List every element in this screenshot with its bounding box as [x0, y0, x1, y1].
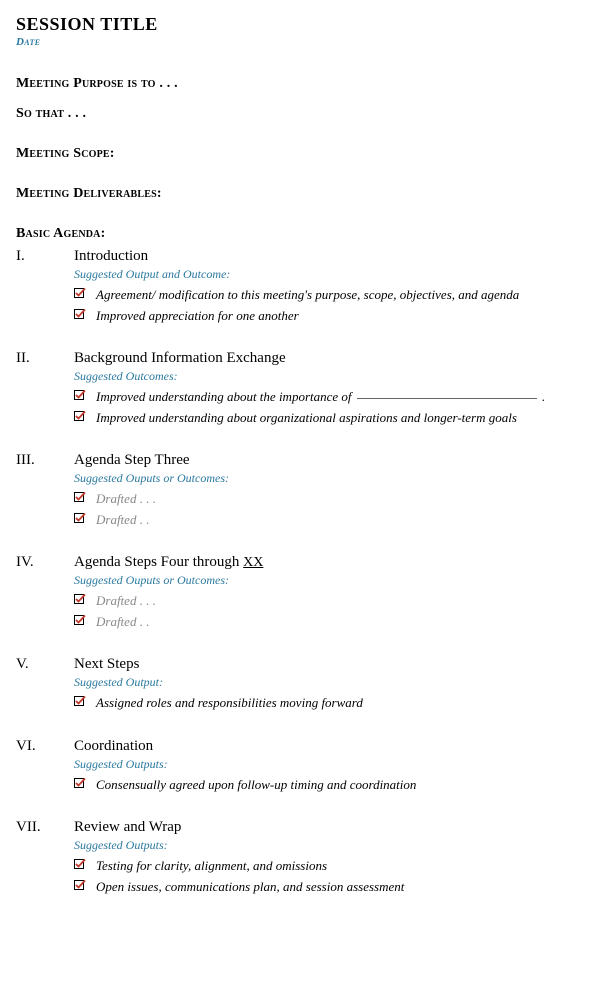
- suggested-label: Suggested Ouputs or Outcomes:: [74, 573, 575, 588]
- agenda-item: III.Agenda Step Three Suggested Ouputs or…: [16, 452, 575, 528]
- bullet-text: Drafted . .: [96, 511, 575, 529]
- agenda-list: I.Introduction Suggested Output and Outco…: [16, 248, 575, 896]
- agenda-numeral: II.: [16, 350, 74, 367]
- bullet-text: Drafted . .: [96, 613, 575, 631]
- heading-purpose: Meeting Purpose is to . . .: [16, 76, 575, 92]
- agenda-item-title: Introduction: [74, 248, 575, 265]
- agenda-item: IV.Agenda Steps Four through XX Suggested…: [16, 554, 575, 630]
- checkbox-icon: [74, 490, 96, 503]
- bullet-text: Consensually agreed upon follow-up timin…: [96, 776, 575, 794]
- fill-line: [357, 398, 537, 399]
- agenda-numeral: III.: [16, 452, 74, 469]
- bullet-line: Drafted . . .: [74, 592, 575, 610]
- agenda-title-placeholder: XX: [243, 555, 263, 570]
- agenda-numeral: VII.: [16, 819, 74, 836]
- suggested-label: Suggested Output and Outcome:: [74, 267, 575, 282]
- bullet-line: Open issues, communications plan, and se…: [74, 878, 575, 896]
- bullet-text: Drafted . . .: [96, 592, 575, 610]
- agenda-item: VII.Review and Wrap Suggested Outputs: Tes…: [16, 819, 575, 895]
- suggested-label: Suggested Output:: [74, 675, 575, 690]
- checkbox-icon: [74, 511, 96, 524]
- bullet-line: Improved understanding about the importa…: [74, 388, 575, 406]
- bullet-text: Improved appreciation for one another: [96, 307, 575, 325]
- session-date: Date: [16, 36, 575, 48]
- agenda-item: II.Background Information Exchange Sugges…: [16, 350, 575, 426]
- agenda-item-title: Review and Wrap: [74, 819, 575, 836]
- bullet-line: Drafted . .: [74, 613, 575, 631]
- checkbox-icon: [74, 857, 96, 870]
- bullet-line: Improved appreciation for one another: [74, 307, 575, 325]
- bullet-text: Agreement/ modification to this meeting'…: [96, 286, 575, 304]
- checkbox-icon: [74, 694, 96, 707]
- suggested-label: Suggested Outputs:: [74, 757, 575, 772]
- checkbox-icon: [74, 409, 96, 422]
- suggested-label: Suggested Ouputs or Outcomes:: [74, 471, 575, 486]
- bullet-line: Improved understanding about organizatio…: [74, 409, 575, 427]
- bullet-text: Assigned roles and responsibilities movi…: [96, 694, 575, 712]
- bullet-text: Improved understanding about organizatio…: [96, 409, 575, 427]
- checkbox-icon: [74, 776, 96, 789]
- agenda-numeral: I.: [16, 248, 74, 265]
- agenda-numeral: IV.: [16, 554, 74, 571]
- heading-deliverables: Meeting Deliverables:: [16, 186, 575, 202]
- heading-sothat: So that . . .: [16, 106, 575, 122]
- heading-agenda: Basic Agenda:: [16, 226, 575, 242]
- bullet-text: Improved understanding about the importa…: [96, 388, 575, 406]
- bullet-text: Testing for clarity, alignment, and omis…: [96, 857, 575, 875]
- bullet-line: Drafted . .: [74, 511, 575, 529]
- bullet-line: Drafted . . .: [74, 490, 575, 508]
- agenda-item: VI.Coordination Suggested Outputs: Consens…: [16, 738, 575, 794]
- bullet-line: Testing for clarity, alignment, and omis…: [74, 857, 575, 875]
- session-title: SESSION TITLE: [16, 14, 575, 35]
- agenda-numeral: V.: [16, 656, 74, 673]
- agenda-item: I.Introduction Suggested Output and Outco…: [16, 248, 575, 324]
- checkbox-icon: [74, 286, 96, 299]
- checkbox-icon: [74, 592, 96, 605]
- agenda-numeral: VI.: [16, 738, 74, 755]
- agenda-item-title: Background Information Exchange: [74, 350, 575, 367]
- checkbox-icon: [74, 878, 96, 891]
- agenda-item-title: Next Steps: [74, 656, 575, 673]
- bullet-text: Drafted . . .: [96, 490, 575, 508]
- checkbox-icon: [74, 388, 96, 401]
- checkbox-icon: [74, 613, 96, 626]
- bullet-line: Consensually agreed upon follow-up timin…: [74, 776, 575, 794]
- bullet-text: Open issues, communications plan, and se…: [96, 878, 575, 896]
- bullet-line: Agreement/ modification to this meeting'…: [74, 286, 575, 304]
- agenda-item-title: Coordination: [74, 738, 575, 755]
- bullet-line: Assigned roles and responsibilities movi…: [74, 694, 575, 712]
- agenda-item-title: Agenda Step Three: [74, 452, 575, 469]
- agenda-item-title: Agenda Steps Four through XX: [74, 554, 575, 571]
- heading-scope: Meeting Scope:: [16, 146, 575, 162]
- suggested-label: Suggested Outcomes:: [74, 369, 575, 384]
- agenda-item: V.Next Steps Suggested Output: Assigned ro…: [16, 656, 575, 712]
- checkbox-icon: [74, 307, 96, 320]
- suggested-label: Suggested Outputs:: [74, 838, 575, 853]
